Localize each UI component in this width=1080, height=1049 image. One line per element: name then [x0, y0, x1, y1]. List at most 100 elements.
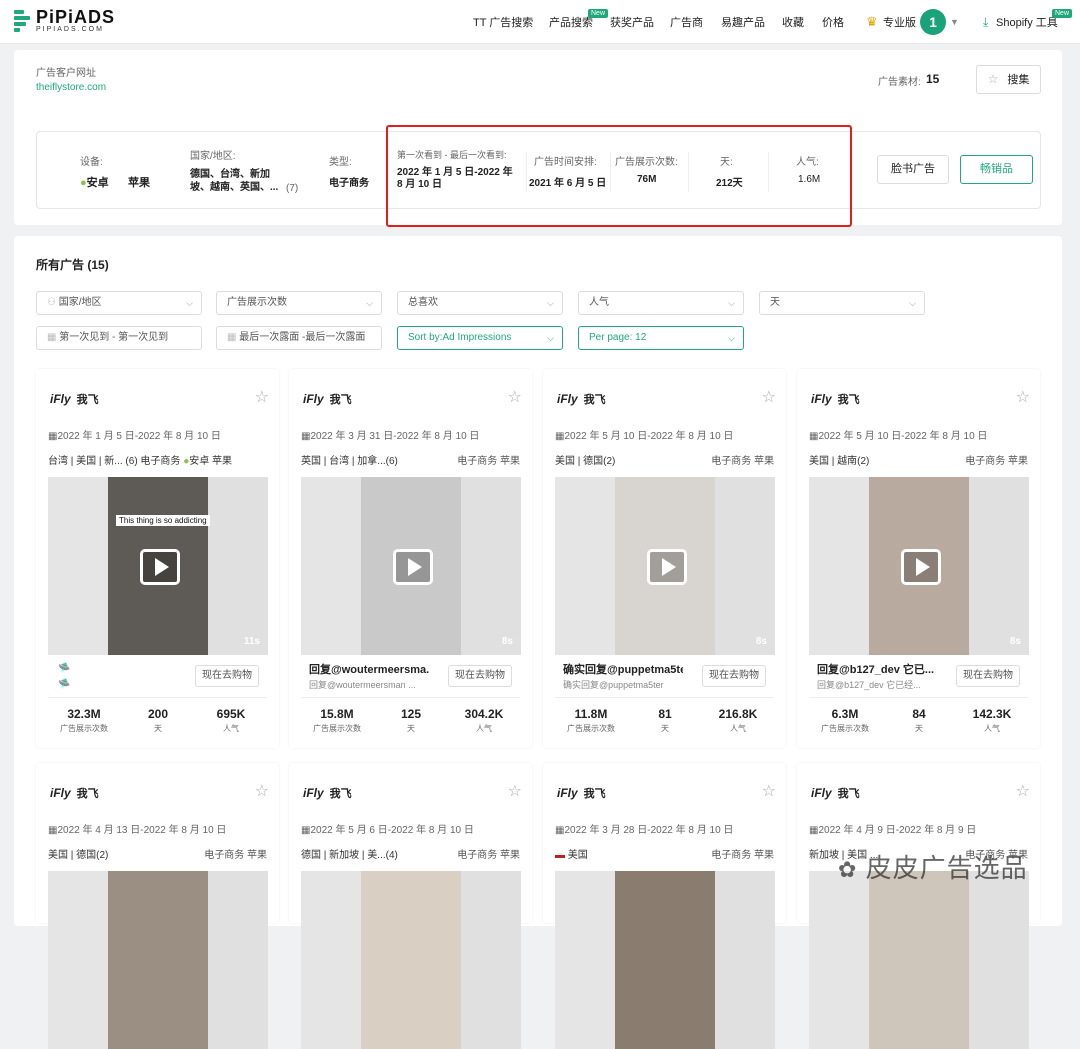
ad-type: 电子商务 苹果	[711, 456, 774, 467]
all-ads-title: 所有广告 (15)	[36, 258, 109, 272]
star-icon[interactable]: ☆	[255, 781, 269, 801]
chevron-down-icon: ⌵	[366, 298, 373, 308]
ad-video-thumbnail[interactable]: This thing is so addicting 11s	[48, 477, 268, 655]
ad-regions: ▬ 美国	[555, 850, 588, 861]
chevron-down-icon: ⌵	[547, 298, 554, 308]
ad-video-thumbnail[interactable]	[555, 871, 775, 1049]
bestseller-button[interactable]: 畅销品	[960, 155, 1033, 184]
shop-now-button[interactable]: 现在去购物	[195, 665, 259, 687]
shop-now-button[interactable]: 现在去购物	[956, 665, 1020, 687]
ad-card[interactable]: iFly 我飞 ☆ ▦2022 年 5 月 6 日-2022 年 8 月 10 日…	[289, 763, 532, 1049]
video-duration: 8s	[501, 636, 513, 647]
nav-favorites[interactable]: 收藏	[782, 14, 804, 30]
ad-type: 电子商务 苹果	[965, 456, 1028, 467]
chevron-down-icon: ⌵	[186, 298, 193, 308]
shop-now-button[interactable]: 现在去购物	[448, 665, 512, 687]
chevron-down-icon[interactable]: ▼	[950, 17, 959, 27]
ad-card[interactable]: iFly 我飞 ☆ ▦2022 年 4 月 9 日-2022 年 8 月 9 日 …	[797, 763, 1040, 1049]
wechat-watermark: ✿ 皮皮广告选品	[838, 853, 1028, 883]
ad-video-thumbnail[interactable]	[809, 871, 1029, 1049]
nav-tt-search[interactable]: TT 广告搜索	[473, 14, 533, 30]
ad-card[interactable]: iFly 我飞 ☆ ▦2022 年 4 月 13 日-2022 年 8 月 10 …	[36, 763, 279, 1049]
ad-video-thumbnail[interactable]: 8s	[809, 477, 1029, 655]
ad-card[interactable]: iFly 我飞 ☆ ▦2022 年 3 月 28 日-2022 年 8 月 10 …	[543, 763, 786, 1049]
star-icon[interactable]: ☆	[508, 781, 522, 801]
ad-date: ▦2022 年 3 月 31 日-2022 年 8 月 10 日	[301, 431, 480, 442]
ad-subtitle: 回复@b127_dev 它已经...	[817, 680, 921, 690]
filter-days[interactable]: 天 ⌵	[759, 291, 925, 315]
highlight-box	[386, 125, 852, 227]
nav-winning-products[interactable]: 获奖产品	[610, 14, 654, 30]
ad-video-thumbnail[interactable]	[48, 871, 268, 1049]
ad-video-thumbnail[interactable]: 8s	[301, 477, 521, 655]
ad-title: 确实回复@puppetma5ter	[563, 664, 683, 676]
ad-regions: 英国 | 台湾 | 加拿...(6)	[301, 456, 398, 467]
video-duration: 8s	[755, 636, 767, 647]
nav-pro[interactable]: 专业版	[883, 14, 916, 30]
chevron-down-icon: ⌵	[728, 333, 735, 343]
star-icon: ☆	[987, 72, 999, 86]
ad-video-thumbnail[interactable]	[301, 871, 521, 1049]
play-icon[interactable]	[393, 549, 433, 585]
ad-type: 电子商务 苹果	[457, 456, 520, 467]
new-badge: New	[1052, 9, 1073, 18]
advertiser-url-link[interactable]: theiflystore.com	[36, 82, 106, 93]
ad-brand: iFly 我飞	[50, 392, 99, 406]
star-icon[interactable]: ☆	[508, 387, 522, 407]
ad-impressions: 6.3M 广告展示次数	[821, 707, 869, 733]
filter-impressions[interactable]: 广告展示次数 ⌵	[216, 291, 382, 315]
nav-advertisers[interactable]: 广告商	[670, 14, 703, 30]
filter-likes[interactable]: 总喜欢 ⌵	[397, 291, 563, 315]
ad-card[interactable]: iFly 我飞 ☆ ▦2022 年 1 月 5 日-2022 年 8 月 10 日…	[36, 369, 279, 748]
ad-brand: iFly 我飞	[303, 392, 352, 406]
device-android: ●安卓	[80, 177, 109, 189]
ad-type: 电子商务 苹果	[204, 850, 267, 861]
filter-last-seen[interactable]: ▦ 最后一次露面 -最后一次露面	[216, 326, 382, 350]
chevron-down-icon: ⌵	[909, 298, 916, 308]
star-icon[interactable]: ☆	[762, 387, 776, 407]
ad-regions: 美国 | 越南(2)	[809, 456, 870, 467]
nav-shopify-tools[interactable]: Shopify 工具	[996, 14, 1058, 30]
wechat-icon: ✿	[838, 857, 858, 882]
filter-region[interactable]: ⚇ 国家/地区 ⌵	[36, 291, 202, 315]
ad-card[interactable]: iFly 我飞 ☆ ▦2022 年 5 月 10 日-2022 年 8 月 10 …	[543, 369, 786, 748]
video-duration: 11s	[243, 636, 260, 647]
star-icon[interactable]: ☆	[762, 781, 776, 801]
avatar[interactable]: 1	[920, 9, 946, 35]
type-value: 电子商务	[329, 178, 369, 189]
new-badge: New	[588, 9, 609, 18]
play-icon[interactable]	[140, 549, 180, 585]
region-count: (7)	[286, 183, 299, 194]
nav-pricing[interactable]: 价格	[822, 14, 844, 30]
ad-card[interactable]: iFly 我飞 ☆ ▦2022 年 5 月 10 日-2022 年 8 月 10 …	[797, 369, 1040, 748]
star-icon[interactable]: ☆	[1016, 781, 1030, 801]
play-icon[interactable]	[901, 549, 941, 585]
filter-popularity[interactable]: 人气 ⌵	[578, 291, 744, 315]
nav-ebay-products[interactable]: 易趣产品	[721, 14, 765, 30]
ad-brand: iFly 我飞	[557, 786, 606, 800]
ad-card[interactable]: iFly 我飞 ☆ ▦2022 年 3 月 31 日-2022 年 8 月 10 …	[289, 369, 532, 748]
star-icon[interactable]: ☆	[255, 387, 269, 407]
sort-select[interactable]: Sort by:Ad Impressions ⌵	[397, 326, 563, 350]
nav-product-search[interactable]: 产品搜索	[549, 14, 593, 30]
region-label: 国家/地区:	[190, 151, 236, 162]
ad-brand: iFly 我飞	[811, 786, 860, 800]
collect-button[interactable]: ☆ 搜集	[976, 65, 1041, 94]
type-label: 类型:	[329, 157, 352, 168]
download-icon: ⤓	[983, 14, 989, 29]
ad-type: 电子商务 苹果	[457, 850, 520, 861]
ad-type: 电子商务 苹果	[711, 850, 774, 861]
per-page-select[interactable]: Per page: 12 ⌵	[578, 326, 744, 350]
ad-brand: iFly 我飞	[50, 786, 99, 800]
ad-count: 15	[926, 72, 940, 86]
ad-impressions: 11.8M 广告展示次数	[567, 707, 615, 733]
ad-video-thumbnail[interactable]: 8s	[555, 477, 775, 655]
ad-date: ▦2022 年 5 月 10 日-2022 年 8 月 10 日	[555, 431, 734, 442]
filter-first-seen[interactable]: ▦ 第一次见到 - 第一次见到	[36, 326, 202, 350]
star-icon[interactable]: ☆	[1016, 387, 1030, 407]
chevron-down-icon: ⌵	[728, 298, 735, 308]
ad-regions: 美国 | 德国(2)	[48, 850, 109, 861]
facebook-ads-button[interactable]: 脸书广告	[877, 155, 949, 184]
play-icon[interactable]	[647, 549, 687, 585]
shop-now-button[interactable]: 现在去购物	[702, 665, 766, 687]
